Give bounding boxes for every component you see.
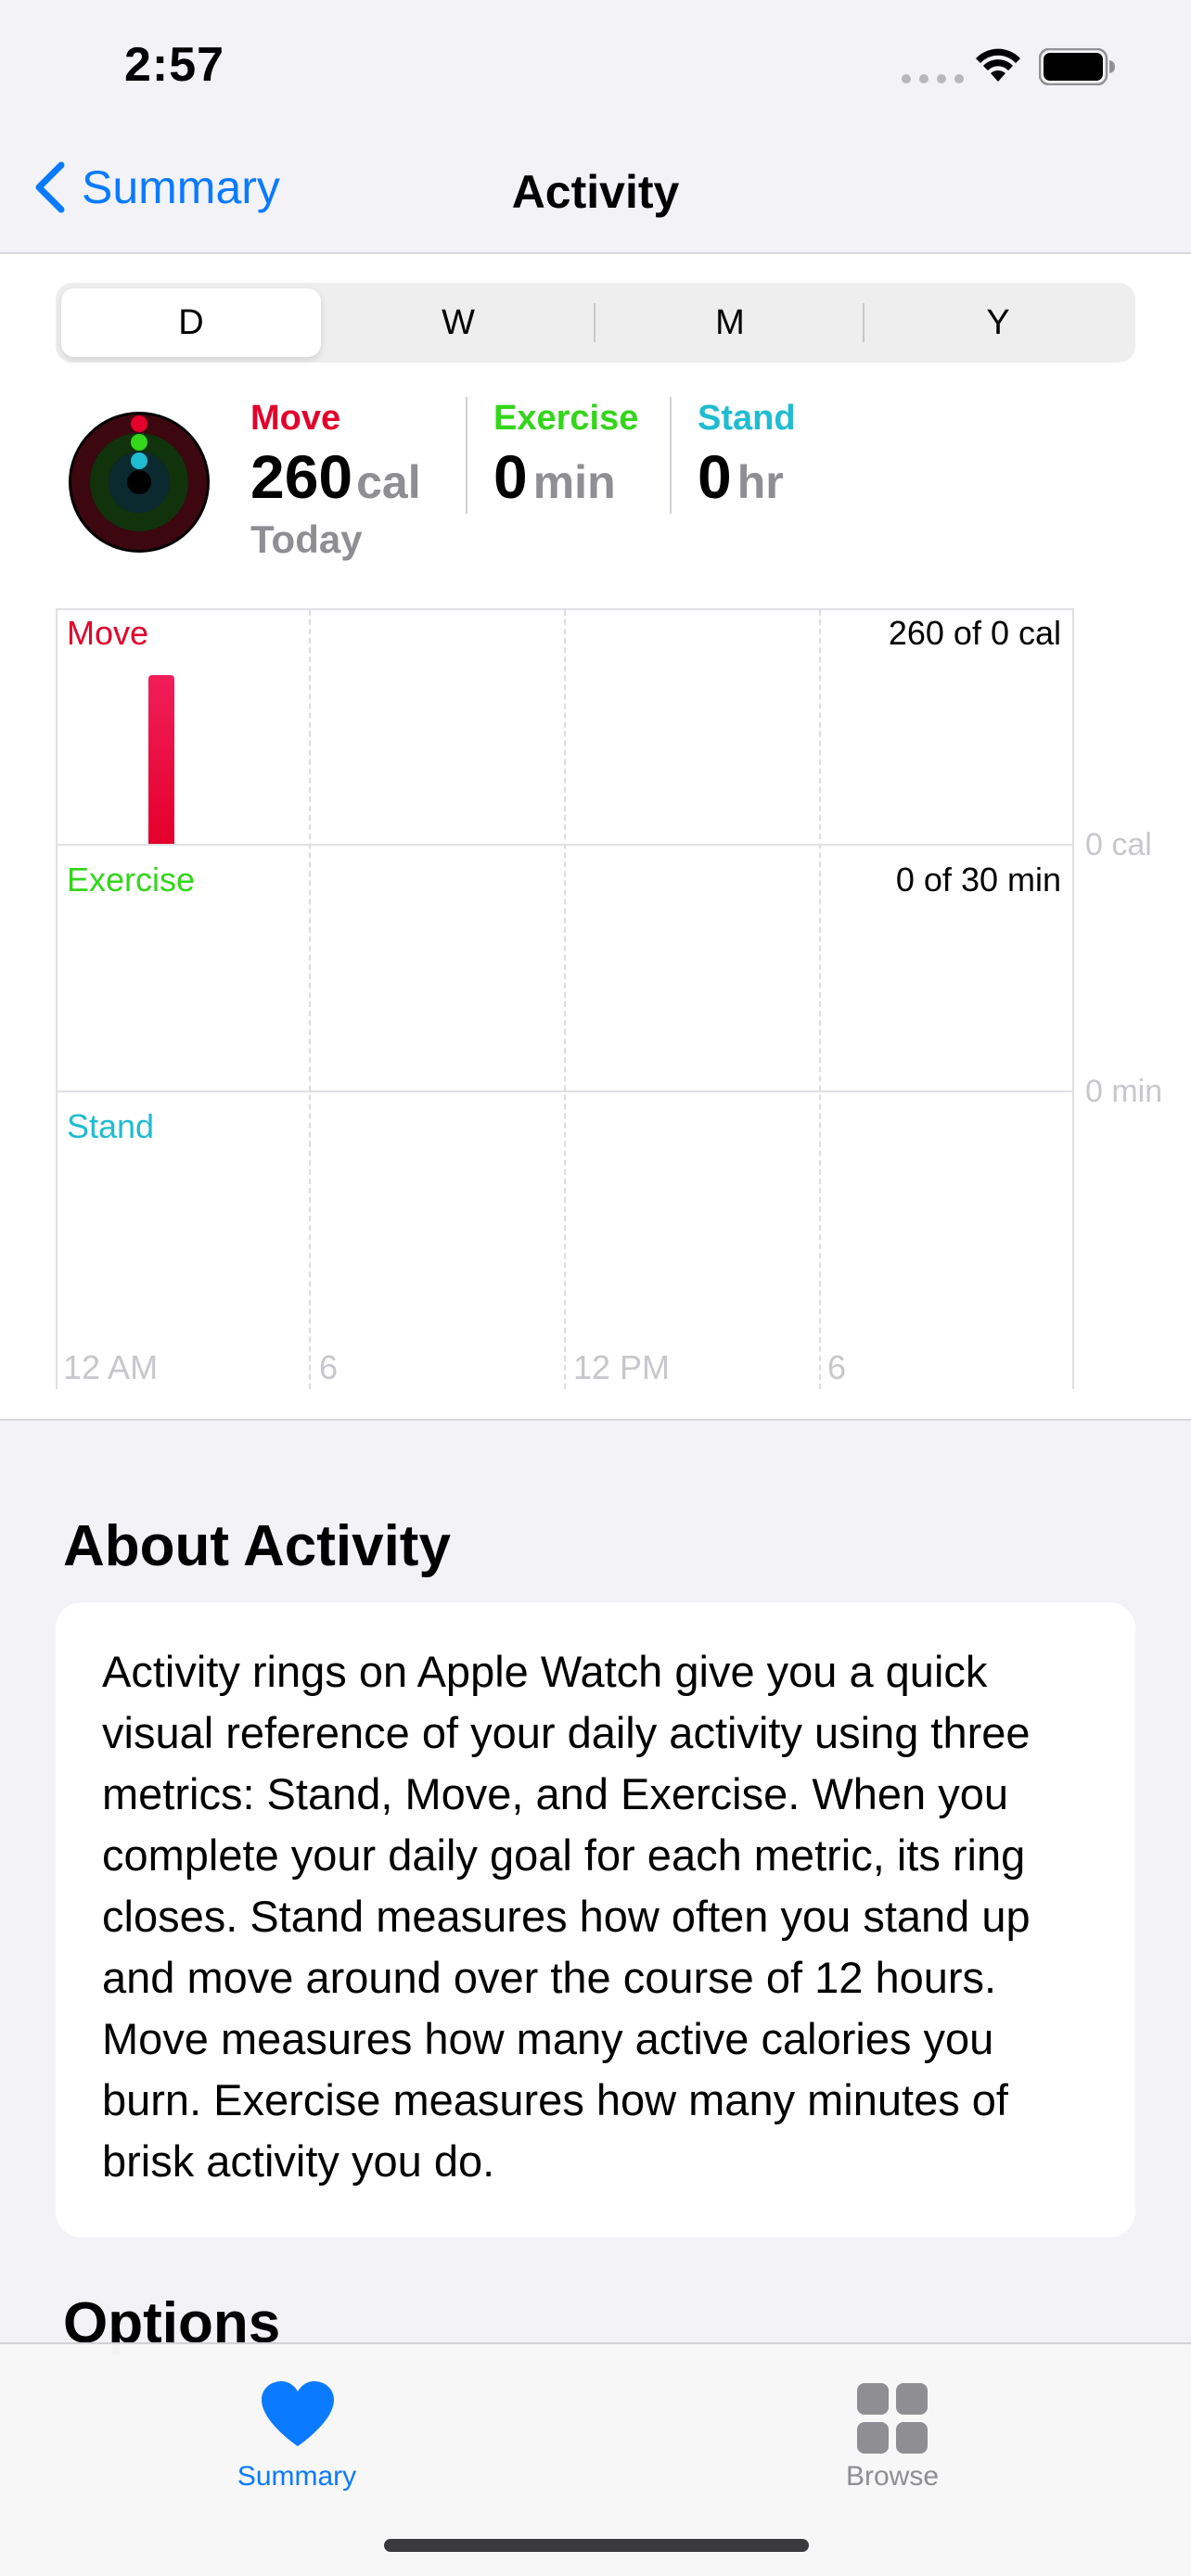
exercise-value-group: 0 min (493, 441, 616, 512)
x-tick-label: 6 (827, 1348, 847, 1386)
chart-exercise-goal: 0 of 30 min (895, 861, 1061, 899)
chart-gridline (309, 610, 311, 1389)
about-heading: About Activity (63, 1514, 451, 1578)
segment-day[interactable]: D (61, 288, 321, 357)
chart-gridline (819, 610, 821, 1389)
exercise-value: 0 (493, 442, 528, 511)
stand-value: 0 (698, 442, 732, 511)
chart-gridline (564, 610, 566, 1389)
chart-exercise-label: Exercise (67, 861, 196, 899)
stand-label: Stand (698, 399, 796, 438)
exercise-unit: min (532, 456, 616, 508)
tab-summary-label: Summary (237, 2461, 357, 2492)
chart-move-goal: 260 of 0 cal (888, 614, 1061, 652)
move-date: Today (250, 517, 363, 561)
segment-month[interactable]: M (597, 288, 863, 357)
chart-move-axis-label: 0 cal (1085, 827, 1152, 862)
wifi-icon (974, 46, 1022, 88)
stand-unit: hr (736, 456, 784, 508)
metric-divider (670, 397, 672, 514)
segment-year[interactable]: Y (866, 288, 1130, 357)
period-segmented-control: D W M Y (56, 283, 1135, 363)
cellular-signal-icon (902, 74, 964, 83)
move-bar (148, 675, 174, 844)
x-tick-label: 12 AM (63, 1348, 159, 1386)
chart-exercise-axis-label: 0 min (1085, 1074, 1163, 1109)
x-tick-label: 6 (319, 1348, 339, 1386)
grid-icon (857, 2383, 928, 2454)
exercise-label: Exercise (493, 399, 639, 438)
chart-stand-label: Stand (67, 1107, 155, 1145)
chart-section-divider (56, 1090, 1074, 1092)
move-unit: cal (356, 456, 421, 508)
activity-rings-icon (69, 412, 210, 557)
move-label: Move (250, 399, 341, 438)
home-indicator[interactable] (384, 2539, 809, 2552)
x-tick-label: 12 PM (573, 1348, 671, 1386)
tab-browse-label: Browse (845, 2461, 940, 2492)
status-time: 2:57 (124, 38, 225, 92)
stand-value-group: 0 hr (698, 441, 784, 512)
move-value: 260 (250, 442, 353, 511)
page-title: Activity (511, 166, 680, 218)
about-body: Activity rings on Apple Watch give you a… (102, 1647, 1031, 2186)
heart-icon (262, 2381, 334, 2446)
segment-divider (863, 303, 864, 342)
move-value-group: 260cal (250, 441, 421, 512)
tab-browse[interactable]: Browse (800, 2363, 985, 2493)
chart-section-divider (56, 844, 1074, 846)
metric-divider (466, 397, 467, 514)
about-card: Activity rings on Apple Watch give you a… (56, 1602, 1135, 2238)
segment-week[interactable]: W (327, 288, 590, 357)
chart-move-label: Move (67, 614, 149, 652)
segment-divider (594, 303, 596, 342)
tab-summary[interactable]: Summary (204, 2363, 390, 2493)
battery-icon (1038, 47, 1117, 90)
